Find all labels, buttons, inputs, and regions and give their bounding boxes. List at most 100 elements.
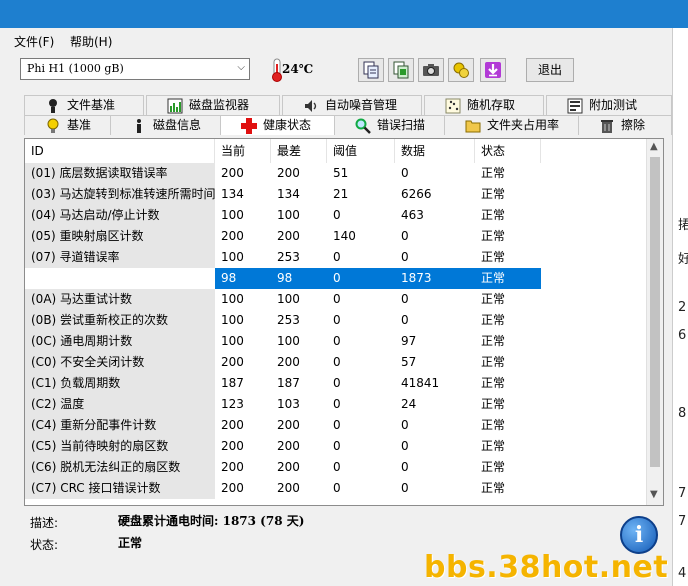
raw-data: 0	[401, 418, 409, 432]
menu-help[interactable]: 帮助(H)	[70, 33, 112, 50]
status-cell: 正常	[481, 439, 506, 453]
table-row[interactable]: (C4) 重新分配事件计数 200 200 0 0 正常	[25, 415, 647, 436]
options-button[interactable]	[448, 58, 474, 82]
table-row[interactable]: (C2) 温度 123 103 0 24 正常	[25, 394, 647, 415]
attribute-id: (C6) 脱机无法纠正的扇区数	[25, 457, 215, 478]
column-header-worst[interactable]: 最差	[271, 139, 327, 163]
table-row[interactable]: (C7) CRC 接口错误计数 200 200 0 0 正常	[25, 478, 647, 499]
status-cell: 正常	[481, 397, 506, 411]
threshold-value: 0	[333, 208, 341, 222]
download-arrow-icon	[485, 62, 501, 78]
column-header-current[interactable]: 当前	[215, 139, 271, 163]
copy-all-button[interactable]	[388, 58, 414, 82]
tab-label: 文件夹占用率	[487, 118, 560, 132]
raw-data: 41841	[401, 376, 440, 390]
background-text: 好	[678, 252, 688, 267]
tab-erase[interactable]: 擦除	[578, 115, 672, 135]
worst-value: 100	[277, 334, 300, 348]
attribute-id: (C4) 重新分配事件计数	[25, 415, 215, 436]
tab-disk-info[interactable]: 磁盘信息	[110, 115, 222, 135]
current-value: 200	[221, 418, 244, 432]
red-cross-icon	[241, 118, 257, 134]
smart-attribute-table[interactable]: ID 当前 最差 阈值 数据 状态 (01) 底层数据读取错误率 200 200 51…	[24, 138, 664, 506]
worst-value: 103	[277, 397, 300, 411]
raw-data: 0	[401, 292, 409, 306]
current-value: 187	[221, 376, 244, 390]
table-row[interactable]: (01) 底层数据读取错误率 200 200 51 0 正常	[25, 163, 647, 184]
status-cell: 正常	[481, 187, 506, 201]
column-header-threshold[interactable]: 阈值	[327, 139, 395, 163]
screenshot-button[interactable]	[418, 58, 444, 82]
scroll-down-icon[interactable]: ▼	[650, 489, 658, 500]
tab-label: 错误扫描	[377, 118, 426, 132]
tab-random-access[interactable]: 随机存取	[424, 95, 544, 115]
raw-data: 24	[401, 397, 417, 411]
column-header-id[interactable]: ID	[25, 139, 215, 163]
status-cell: 正常	[481, 166, 506, 180]
info-circle-icon[interactable]: i	[620, 516, 658, 554]
status-cell: 正常	[481, 334, 506, 348]
temperature-value: 24℃	[282, 62, 314, 76]
background-text: 7	[678, 486, 687, 501]
table-row[interactable]: (07) 寻道错误率 100 253 0 0 正常	[25, 247, 647, 268]
raw-data: 463	[401, 208, 424, 222]
column-header-status[interactable]: 状态	[475, 139, 541, 163]
status-cell: 正常	[481, 313, 506, 327]
table-row[interactable]: (0A) 马达重试计数 100 100 0 0 正常	[25, 289, 647, 310]
tab-label: 基准	[67, 118, 92, 132]
threshold-value: 0	[333, 313, 341, 327]
drive-select[interactable]: Phi H1 (1000 gB) ⌵	[20, 58, 250, 80]
current-value: 200	[221, 481, 244, 495]
table-row[interactable]: (03) 马达旋转到标准转速所需时间 134 134 21 6266 正常	[25, 184, 647, 205]
background-text: 7	[678, 514, 687, 529]
status-value: 正常	[118, 536, 143, 550]
save-button[interactable]	[480, 58, 506, 82]
raw-data: 0	[401, 313, 409, 327]
current-value: 134	[221, 187, 244, 201]
exit-button[interactable]: 退出	[526, 58, 574, 82]
table-row[interactable]: (05) 重映射扇区计数 200 200 140 0 正常	[25, 226, 647, 247]
copy-button[interactable]	[358, 58, 384, 82]
vertical-scrollbar[interactable]: ▲ ▼	[646, 139, 663, 505]
attribute-id: (03) 马达旋转到标准转速所需时间	[25, 184, 215, 205]
tab-row-1: 文件基准 磁盘监视器 自动噪音管理 随机存取 附加测试	[24, 95, 672, 115]
tab-file-benchmark[interactable]: 文件基准	[24, 95, 144, 115]
attribute-id: (01) 底层数据读取错误率	[25, 163, 215, 184]
worst-value: 200	[277, 355, 300, 369]
tab-benchmark[interactable]: 基准	[24, 115, 118, 135]
tab-noise-management[interactable]: 自动噪音管理	[282, 95, 422, 115]
scrollbar-thumb[interactable]	[650, 157, 660, 467]
worst-value: 200	[277, 439, 300, 453]
table-row[interactable]: (0B) 尝试重新校正的次数 100 253 0 0 正常	[25, 310, 647, 331]
attribute-id: (04) 马达启动/停止计数	[25, 205, 215, 226]
attribute-id: (07) 寻道错误率	[25, 247, 215, 268]
column-header-data[interactable]: 数据	[395, 139, 475, 163]
table-row[interactable]: (0C) 通电周期计数 100 100 0 97 正常	[25, 331, 647, 352]
table-row[interactable]: (C5) 当前待映射的扇区数 200 200 0 0 正常	[25, 436, 647, 457]
tab-extra-tests[interactable]: 附加测试	[546, 95, 672, 115]
table-row[interactable]: (04) 马达启动/停止计数 100 100 0 463 正常	[25, 205, 647, 226]
raw-data: 0	[401, 166, 409, 180]
raw-data: 0	[401, 439, 409, 453]
tab-error-scan[interactable]: 错误扫描	[334, 115, 460, 135]
table-header: ID 当前 最差 阈值 数据 状态	[25, 139, 647, 163]
table-body: (01) 底层数据读取错误率 200 200 51 0 正常 (03) 马达旋转到标准转速所…	[25, 163, 647, 499]
table-row[interactable]: (C0) 不安全关闭计数 200 200 0 57 正常	[25, 352, 647, 373]
watermark: bbs.38hot.net	[424, 550, 669, 585]
worst-value: 100	[277, 292, 300, 306]
current-value: 98	[215, 268, 271, 289]
table-row[interactable]: (C6) 脱机无法纠正的扇区数 200 200 0 0 正常	[25, 457, 647, 478]
raw-data: 0	[401, 481, 409, 495]
table-row[interactable]: (09) 累计通电时间计数 98 98 0 1873 正常	[25, 268, 647, 289]
tab-folder-usage[interactable]: 文件夹占用率	[444, 115, 594, 135]
scroll-up-icon[interactable]: ▲	[650, 141, 658, 152]
table-row[interactable]: (C1) 负载周期数 187 187 0 41841 正常	[25, 373, 647, 394]
status-cell: 正常	[481, 292, 506, 306]
menu-file[interactable]: 文件(F)	[14, 33, 54, 50]
tab-disk-monitor[interactable]: 磁盘监视器	[146, 95, 280, 115]
threshold-value: 0	[333, 481, 341, 495]
tab-health[interactable]: 健康状态	[220, 115, 338, 135]
threshold-value: 140	[333, 229, 356, 243]
status-cell: 正常	[481, 229, 506, 243]
threshold-value: 0	[333, 376, 341, 390]
